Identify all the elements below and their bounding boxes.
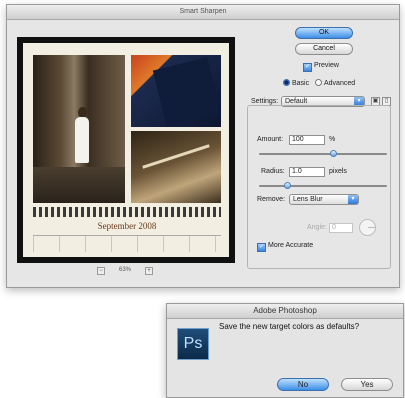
radius-label: Radius:: [261, 168, 285, 175]
no-button[interactable]: No: [277, 378, 329, 391]
dialog-title: Smart Sharpen: [7, 5, 399, 20]
amount-unit: %: [329, 136, 336, 143]
radius-unit: pixels: [329, 168, 347, 175]
photoshop-alert-dialog: Adobe Photoshop Ps Save the new target c…: [166, 303, 404, 398]
amount-slider[interactable]: [259, 150, 387, 157]
mode-advanced-label: Advanced: [324, 80, 356, 87]
check-icon: ✓: [257, 243, 266, 252]
radio-selected-icon: [283, 79, 290, 86]
preview-pane[interactable]: September 2008: [17, 37, 235, 263]
photo-waiter: [33, 55, 125, 203]
photo-violinist: [131, 131, 221, 203]
zoom-controls: − 63% +: [87, 267, 177, 277]
chevron-down-icon: ▾: [348, 195, 358, 204]
radio-unselected-icon: [315, 79, 322, 86]
angle-input[interactable]: 0: [329, 223, 353, 233]
check-icon: ✓: [303, 63, 312, 72]
smart-sharpen-dialog: Smart Sharpen September 2008 − 63% + OK …: [6, 4, 400, 288]
amount-input[interactable]: 100: [289, 135, 325, 145]
photoshop-app-icon: Ps: [177, 328, 209, 360]
remove-value: Lens Blur: [293, 196, 323, 203]
mode-basic-radio[interactable]: Basic: [283, 79, 309, 89]
ok-button[interactable]: OK: [295, 27, 353, 39]
zoom-level: 63%: [119, 267, 132, 273]
zoom-in-button[interactable]: +: [145, 267, 153, 275]
radius-slider[interactable]: [259, 182, 387, 189]
angle-label: Angle:: [307, 224, 327, 231]
more-accurate-checkbox[interactable]: ✓ More Accurate: [257, 241, 313, 252]
remove-select[interactable]: Lens Blur ▾: [289, 194, 359, 205]
calendar-month-title: September 2008: [97, 221, 157, 231]
alert-message: Save the new target colors as defaults?: [219, 322, 360, 331]
more-accurate-label: More Accurate: [268, 242, 314, 249]
radius-input[interactable]: 1.0: [289, 167, 325, 177]
photo-menu-board: [131, 55, 221, 127]
mode-advanced-radio[interactable]: Advanced: [315, 79, 355, 89]
zoom-out-button[interactable]: −: [97, 267, 105, 275]
alert-title: Adobe Photoshop: [167, 304, 403, 319]
preview-checkbox[interactable]: ✓ Preview: [303, 61, 339, 72]
preview-image: September 2008: [17, 37, 235, 263]
settings-value: Default: [285, 98, 308, 105]
calendar-binding: [33, 207, 221, 217]
mode-basic-label: Basic: [292, 80, 310, 87]
angle-dial-icon[interactable]: [359, 219, 376, 236]
remove-label: Remove:: [257, 196, 286, 203]
preview-label: Preview: [314, 62, 339, 69]
yes-button[interactable]: Yes: [341, 378, 393, 391]
cancel-button[interactable]: Cancel: [295, 43, 353, 55]
amount-label: Amount:: [257, 136, 284, 143]
calendar-days-strip: [33, 235, 221, 252]
